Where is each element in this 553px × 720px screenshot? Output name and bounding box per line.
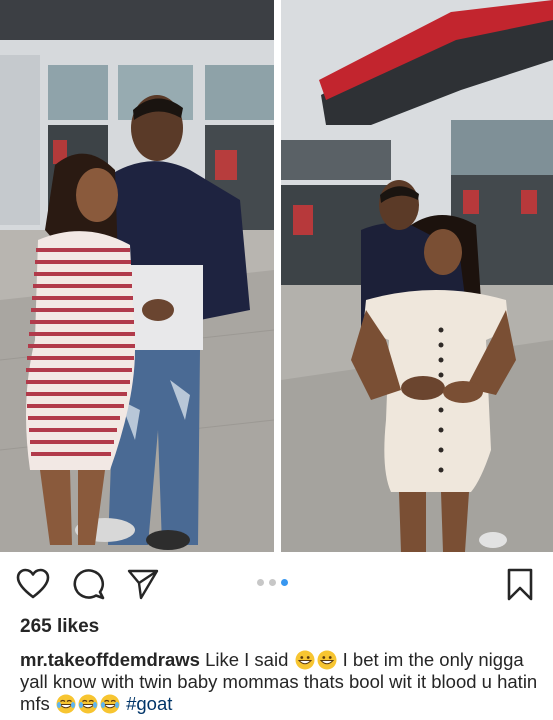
post-caption: mr.takeoffdemdraws Like I said I bet im … bbox=[20, 649, 540, 715]
carousel-indicator bbox=[257, 579, 297, 589]
bookmark-icon[interactable] bbox=[506, 568, 534, 602]
paper-plane-icon[interactable] bbox=[126, 568, 160, 600]
caption-username[interactable]: mr.takeoffdemdraws bbox=[20, 649, 200, 670]
action-bar bbox=[0, 556, 553, 612]
caption-text-1: Like I said bbox=[205, 649, 289, 670]
tears-of-joy-emoji-icon bbox=[55, 693, 121, 714]
carousel-dot-active bbox=[281, 579, 288, 586]
post-media[interactable] bbox=[0, 0, 553, 552]
comment-icon[interactable] bbox=[72, 568, 106, 600]
photo-couple-striped-dress bbox=[0, 0, 274, 552]
caption-hashtag[interactable]: #goat bbox=[126, 693, 172, 714]
photo-couple-white-dress bbox=[281, 0, 553, 552]
grinning-face-emoji-icon bbox=[294, 649, 338, 670]
heart-icon[interactable] bbox=[16, 568, 50, 600]
carousel-dot bbox=[257, 579, 264, 586]
likes-count[interactable]: 265 likes bbox=[20, 616, 99, 638]
carousel-dot bbox=[269, 579, 276, 586]
